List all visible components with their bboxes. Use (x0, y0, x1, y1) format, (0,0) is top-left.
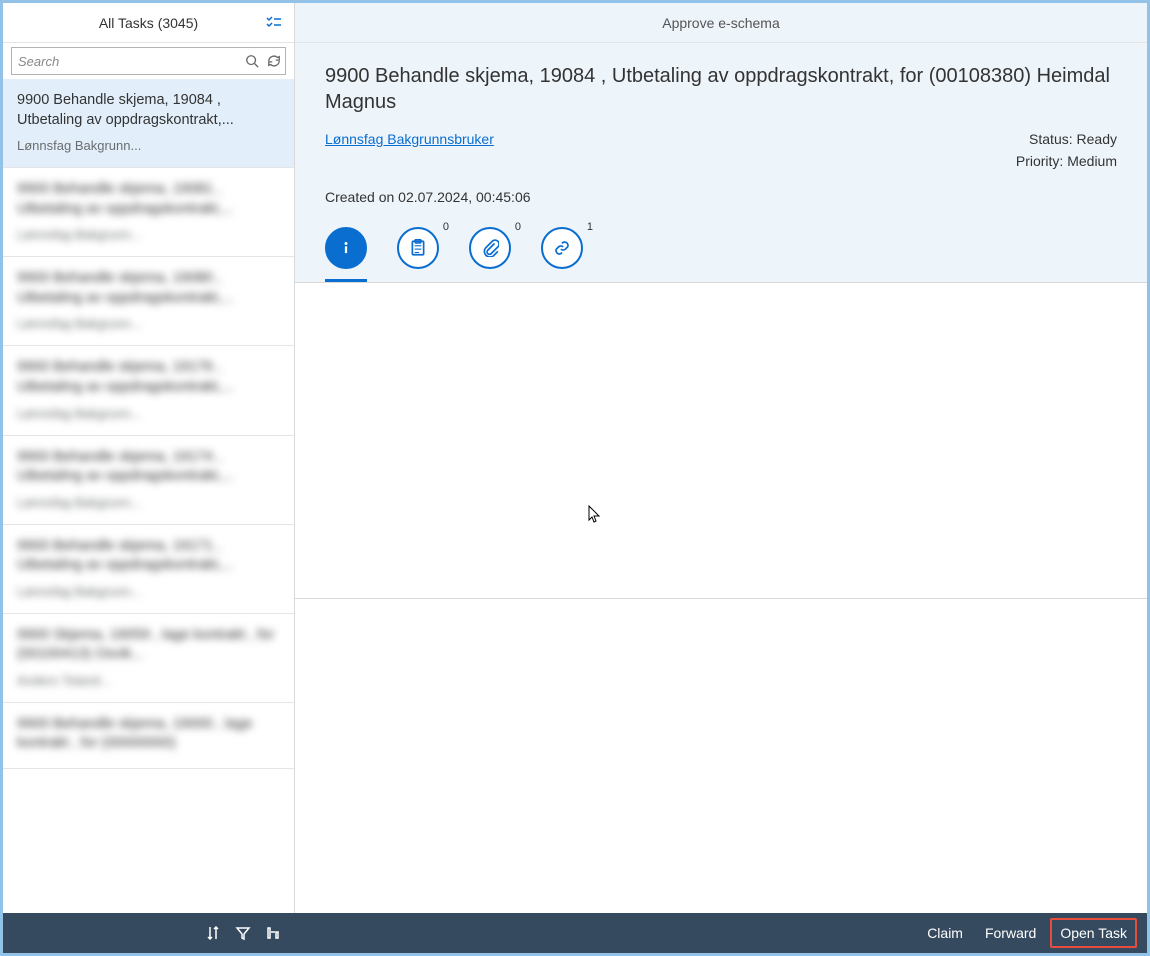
status-value: Ready (1077, 131, 1117, 147)
search-input[interactable] (12, 54, 241, 69)
task-item-title: 9900 Behandle skjema, 19081 , Utbetaling… (17, 180, 280, 219)
content-header-title: Approve e-schema (662, 15, 780, 31)
detail-tabs: 0 0 1 (325, 227, 1117, 282)
task-item[interactable]: 9900 Behandle skjema, 19084 , Utbetaling… (3, 79, 294, 168)
sidebar: All Tasks (3045) 9900 Behandle skjema, 1… (3, 3, 295, 913)
task-list[interactable]: 9900 Behandle skjema, 19084 , Utbetaling… (3, 79, 294, 913)
task-item[interactable]: 9900 Behandle skjema, 19081 , Utbetaling… (3, 168, 294, 257)
tab-info[interactable] (325, 227, 367, 269)
priority-label: Priority: (1016, 153, 1063, 169)
task-item-title: 9900 Behandle skjema, 19080 , Utbetaling… (17, 269, 280, 308)
status-label: Status: (1029, 131, 1073, 147)
task-item-title: 9900 Behandle skjema, 19000 , lage kontr… (17, 715, 280, 754)
sidebar-title: All Tasks (3045) (99, 15, 198, 31)
task-item-sub: Lønnsfag Bakgrunn... (17, 495, 280, 510)
task-item-sub: Lønnsfag Bakgrunn... (17, 138, 280, 153)
task-item-title: 9900 Behandle skjema, 19171 , Utbetaling… (17, 537, 280, 576)
footer: Claim Forward Open Task (3, 913, 1147, 953)
task-item[interactable]: 9900 Behandle skjema, 19171 , Utbetaling… (3, 525, 294, 614)
author-link[interactable]: Lønnsfag Bakgrunnsbruker (325, 131, 494, 147)
footer-left (3, 925, 295, 941)
created-on: Created on 02.07.2024, 00:45:06 (325, 189, 1117, 205)
priority-value: Medium (1067, 153, 1117, 169)
search-field-wrap (11, 47, 286, 75)
task-item-sub: Lønnsfag Bakgrunn... (17, 227, 280, 242)
detail-meta-row: Lønnsfag Bakgrunnsbruker Status: Ready P… (325, 131, 1117, 175)
sidebar-header: All Tasks (3045) (3, 3, 294, 43)
open-task-button[interactable]: Open Task (1050, 918, 1137, 948)
task-item-title: 9900 Skjema, 19059 , lage kontrakt , for… (17, 626, 280, 665)
forward-button[interactable]: Forward (977, 919, 1044, 947)
detail-header-block: 9900 Behandle skjema, 19084 , Utbetaling… (295, 43, 1147, 283)
detail-body (295, 283, 1147, 599)
notes-badge: 0 (443, 221, 449, 233)
group-icon[interactable] (265, 925, 281, 941)
tab-notes[interactable]: 0 (397, 227, 439, 269)
task-item[interactable]: 9900 Behandle skjema, 19176 , Utbetaling… (3, 346, 294, 435)
footer-right: Claim Forward Open Task (295, 918, 1147, 948)
detail-body-rest (295, 599, 1147, 914)
refresh-icon[interactable] (263, 54, 285, 68)
task-item[interactable]: 9900 Behandle skjema, 19174 , Utbetaling… (3, 436, 294, 525)
task-item-title: 9900 Behandle skjema, 19174 , Utbetaling… (17, 448, 280, 487)
task-item-title: 9900 Behandle skjema, 19176 , Utbetaling… (17, 358, 280, 397)
info-icon (337, 239, 355, 257)
attachments-badge: 0 (515, 221, 521, 233)
search-row (3, 43, 294, 79)
content-header: Approve e-schema (295, 3, 1147, 43)
link-icon (553, 239, 571, 257)
task-item-sub: Lønnsfag Bakgrunn... (17, 316, 280, 331)
task-item[interactable]: 9900 Skjema, 19059 , lage kontrakt , for… (3, 614, 294, 703)
task-item[interactable]: 9900 Behandle skjema, 19000 , lage kontr… (3, 703, 294, 769)
tab-attachments[interactable]: 0 (469, 227, 511, 269)
task-item[interactable]: 9900 Behandle skjema, 19080 , Utbetaling… (3, 257, 294, 346)
paperclip-icon (481, 239, 499, 257)
tab-links[interactable]: 1 (541, 227, 583, 269)
search-icon[interactable] (241, 54, 263, 68)
task-item-sub: Lønnsfag Bakgrunn... (17, 584, 280, 599)
task-item-sub: Anders Toland... (17, 673, 280, 688)
multiselect-icon[interactable] (266, 15, 282, 31)
links-badge: 1 (587, 221, 593, 233)
task-item-title: 9900 Behandle skjema, 19084 , Utbetaling… (17, 91, 280, 130)
status-block: Status: Ready Priority: Medium (1016, 131, 1117, 175)
clipboard-icon (409, 239, 427, 257)
sort-icon[interactable] (205, 925, 221, 941)
claim-button[interactable]: Claim (919, 919, 971, 947)
detail-title: 9900 Behandle skjema, 19084 , Utbetaling… (325, 63, 1117, 115)
filter-icon[interactable] (235, 925, 251, 941)
task-item-sub: Lønnsfag Bakgrunn... (17, 406, 280, 421)
content-area: Approve e-schema 9900 Behandle skjema, 1… (295, 3, 1147, 913)
